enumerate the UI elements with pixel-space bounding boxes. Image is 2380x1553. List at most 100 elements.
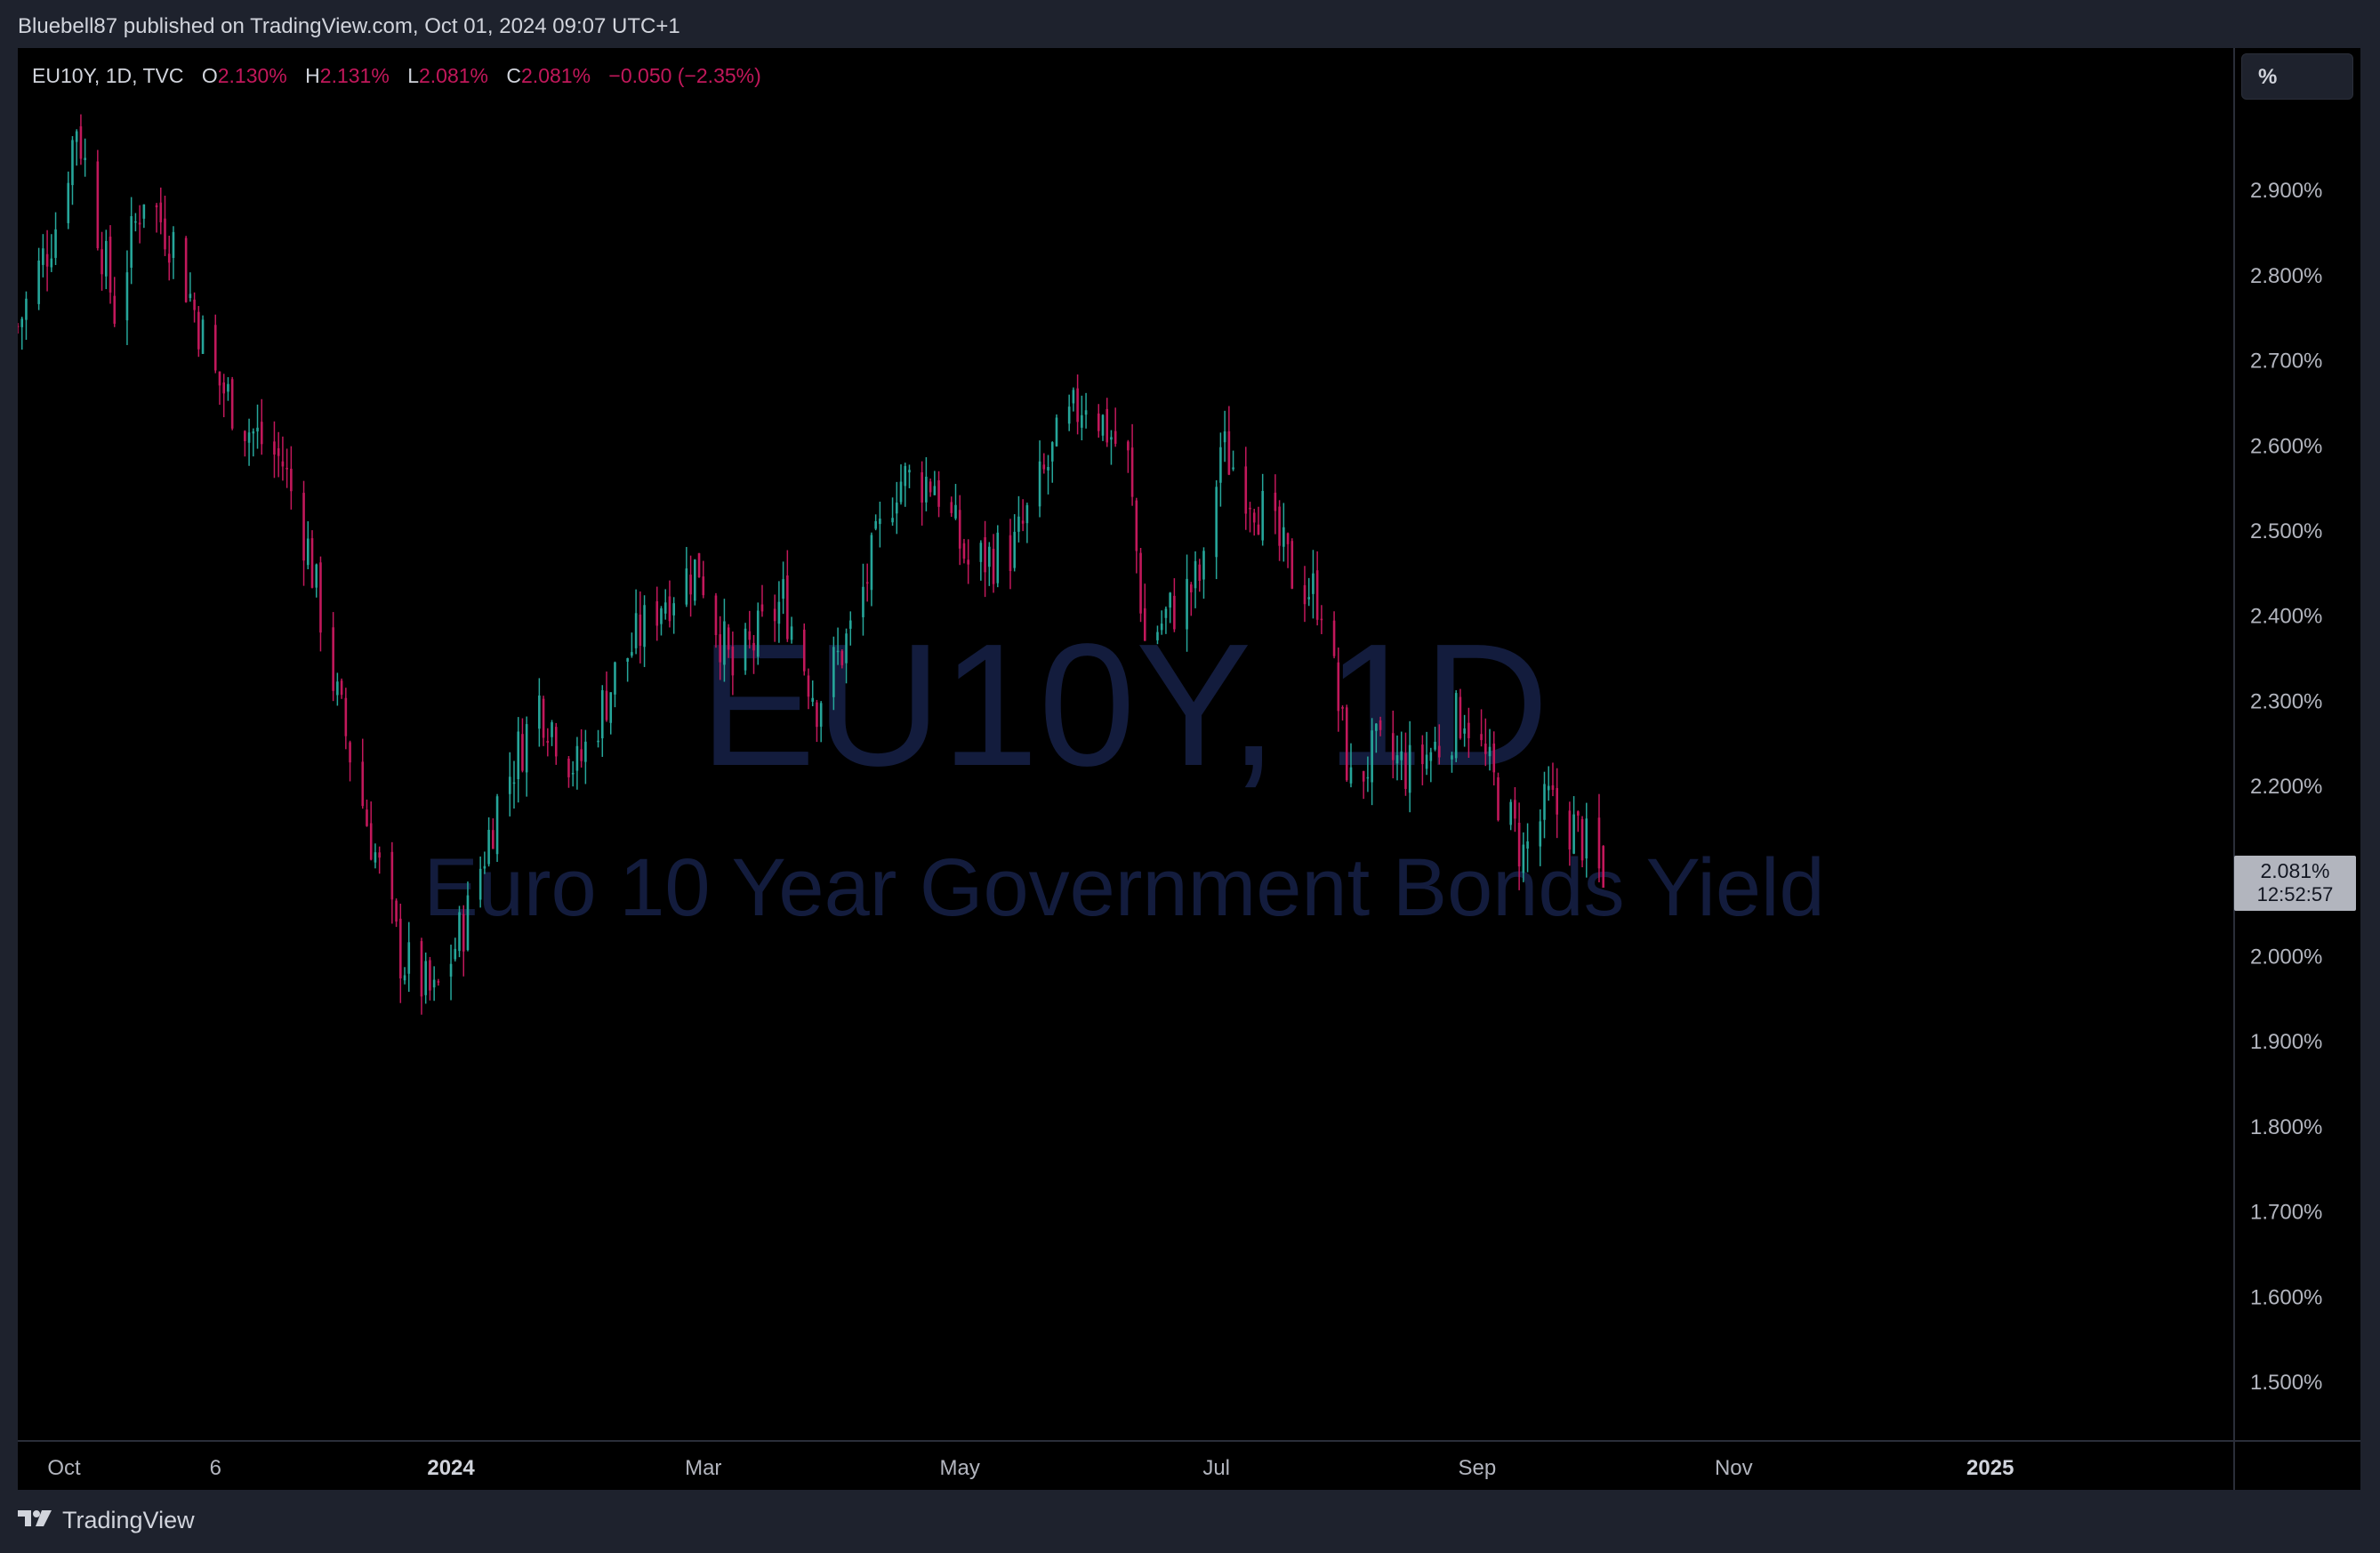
candle-body: [950, 502, 953, 513]
candle-body: [685, 568, 688, 605]
candle-body: [1130, 447, 1134, 497]
candle-body: [1429, 752, 1433, 761]
candle-body: [306, 538, 310, 566]
candle-body: [37, 260, 40, 304]
candle-body: [512, 782, 516, 785]
price-tick-label: 2.500%: [2250, 519, 2322, 543]
legend-low-label: L: [407, 64, 419, 87]
candle-body: [1017, 516, 1020, 532]
chart-frame[interactable]: EU10Y, 1D Euro 10 Year Government Bonds …: [18, 48, 2360, 1490]
candle-body: [449, 963, 453, 977]
candle-body: [1257, 524, 1260, 535]
candle-body: [672, 603, 675, 616]
candle-body: [908, 470, 911, 473]
candle-body: [1278, 506, 1281, 546]
candle-body: [1173, 595, 1176, 630]
candle-body: [832, 647, 835, 697]
candle-body: [1551, 785, 1555, 790]
last-price-value: 2.081%: [2260, 859, 2330, 882]
publisher-header: Bluebell87 published on TradingView.com,…: [18, 14, 680, 38]
candle-body: [571, 773, 575, 775]
candle-body: [403, 975, 406, 981]
candle-body: [925, 476, 928, 503]
candle-body: [25, 298, 28, 320]
candle-body: [420, 941, 423, 997]
percent-scale-button[interactable]: %: [2241, 53, 2353, 100]
candle-body: [222, 382, 226, 394]
candle-body: [1337, 662, 1340, 712]
legend-close-value: 2.081%: [521, 64, 591, 87]
candle-body: [756, 610, 760, 657]
candle-body: [895, 503, 898, 514]
candle-body: [361, 761, 365, 807]
candle-body: [862, 586, 864, 617]
tradingview-logo-icon: [18, 1507, 53, 1534]
candle-body: [697, 553, 701, 578]
candle-body: [437, 981, 440, 983]
candle-body: [773, 608, 776, 622]
candle-body: [1463, 728, 1466, 734]
time-tick-label: Sep: [1458, 1456, 1496, 1480]
candle-body: [1186, 578, 1188, 630]
candle-body: [155, 205, 158, 208]
legend-open-label: O: [201, 64, 218, 87]
price-tick-label: 2.400%: [2250, 605, 2322, 629]
candle-body: [811, 697, 815, 702]
candle-body: [597, 740, 599, 743]
candle-body: [1249, 507, 1251, 510]
candle-body: [1556, 787, 1558, 815]
legend-high-label: H: [305, 64, 320, 87]
time-tick-label: Jul: [1202, 1456, 1230, 1480]
candle-body: [933, 486, 937, 495]
candle-body: [1509, 801, 1512, 825]
candle-body: [1585, 818, 1588, 859]
candle-body: [1084, 410, 1088, 415]
candle-body: [1282, 527, 1285, 547]
candle-body: [369, 823, 373, 860]
candle-body: [1013, 531, 1016, 568]
price-tick-label: 1.600%: [2250, 1285, 2322, 1309]
time-axis[interactable]: Oct 6 2024 Mar May Jul Sep Nov 2025: [18, 1440, 2360, 1480]
candle-body: [492, 830, 494, 849]
price-chart[interactable]: EU10Y, 1D Euro 10 Year Government Bonds …: [18, 48, 2360, 1490]
candle-body: [807, 675, 810, 697]
candle-body: [319, 562, 322, 633]
candle-body: [575, 745, 579, 771]
candle-body: [458, 912, 461, 952]
candle-body: [752, 642, 755, 651]
candle-body: [1110, 437, 1113, 440]
candle-body: [899, 481, 903, 503]
time-tick-label: May: [940, 1456, 980, 1480]
candle-body: [921, 471, 923, 503]
candle-body: [1143, 608, 1146, 641]
candle-body: [134, 221, 137, 223]
legend-symbol: EU10Y, 1D, TVC: [32, 64, 184, 87]
symbol-legend: EU10Y, 1D, TVC O2.130% H2.131% L2.081% C…: [32, 64, 761, 88]
candle-body: [1198, 564, 1202, 582]
candle-body: [1391, 733, 1395, 760]
candle-body: [929, 481, 932, 493]
candle-body: [1244, 466, 1248, 514]
candle-body: [1252, 512, 1256, 523]
candle-body: [1408, 744, 1411, 793]
candle-body: [1261, 490, 1264, 541]
footer-brand[interactable]: TradingView: [18, 1507, 195, 1534]
candle-body: [554, 727, 558, 757]
candle-body: [848, 620, 852, 629]
candle-body: [478, 868, 482, 900]
candle-body: [655, 601, 659, 626]
candle-body: [197, 311, 200, 350]
candle-body: [1312, 573, 1315, 594]
candle-body: [879, 519, 881, 525]
candle-body: [1055, 417, 1058, 447]
candle-body: [273, 441, 276, 455]
candle-body: [281, 461, 285, 467]
candle-body: [1375, 723, 1378, 731]
candle-body: [605, 690, 608, 720]
candle-body: [1572, 814, 1575, 854]
candle-body: [487, 829, 490, 865]
price-axis[interactable]: 2.900% 2.800% 2.700% 2.600% 2.500% 2.400% 2.30…: [2233, 48, 2322, 1490]
candle-body: [1303, 584, 1307, 605]
candle-body: [1526, 841, 1529, 849]
candle-body: [159, 202, 163, 222]
